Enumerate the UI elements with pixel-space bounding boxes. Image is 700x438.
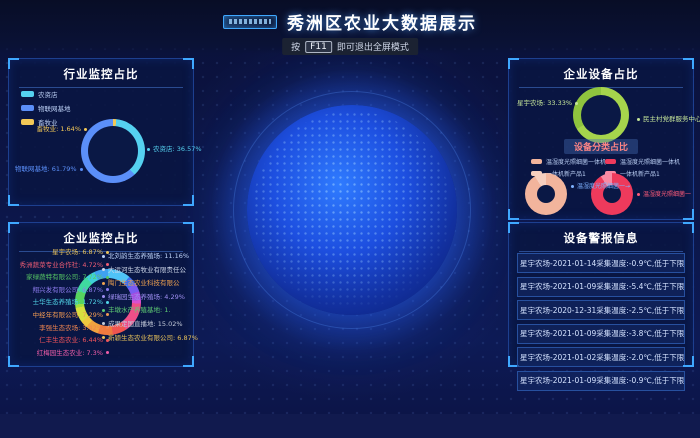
alarm-row[interactable]: 星宇农场-2020-12-31采集温度:-2.5℃,低于下限:0℃ — [517, 300, 685, 320]
equipment-donut-chart[interactable] — [573, 87, 629, 143]
legend-item[interactable]: 物联网基地 — [21, 103, 71, 113]
chart-label: 陶门生态农业科技有限公 — [102, 279, 190, 287]
globe — [247, 105, 457, 315]
legend-swatch — [531, 159, 542, 164]
logo-badge — [223, 15, 277, 29]
equipment-label-left: 星宇农场: 33.33% — [517, 99, 573, 107]
page-title: 秀洲区农业大数据展示 — [287, 9, 477, 34]
alarm-row[interactable]: 星宇农场-2021-01-09采集温度:-3.8℃,低于下限:0℃ — [517, 324, 685, 344]
equipment-panel: 企业设备占比 星宇农场: 33.33% 民主村党群服务中心: 设备分类占比 温湿… — [508, 58, 694, 220]
chart-label: 翔兴发有限公司: 6.87% — [13, 286, 109, 294]
device-alarm-panel: 设备警报信息 星宇农场-2021-01-14采集温度:-0.9℃,低于下限:0℃… — [508, 222, 694, 367]
chart-label: 大运河生态牧业有限责任公 — [102, 266, 190, 274]
enterprise-left-labels: 星宇农场: 6.87% 秀洲蔬菜专业合作社: 4.72% 家绿蔬特有限公司: 7… — [13, 248, 109, 357]
f11-key: F11 — [305, 41, 332, 53]
chart-label: 仁丰生态农业: 6.44% — [13, 336, 109, 344]
alarm-row[interactable]: 星宇农场-2021-01-09采集温度:-0.9℃,低于下限:0℃ — [517, 371, 685, 391]
chart-label: 新颖生态农业有限公司: 6.87% — [102, 334, 190, 342]
industry-label-iot: 物联网基地: 61.79% — [15, 165, 81, 173]
legend-label: 一体机新产品1 — [620, 169, 660, 178]
device-class-right-label: 温湿度光照细菌一 — [637, 191, 691, 199]
fullscreen-tip-prefix: 按 — [291, 40, 300, 53]
alarm-row[interactable]: 星宇农场-2021-01-09采集温度:-5.4℃,低于下限:0℃ — [517, 277, 685, 297]
legend-label: 温湿度光照细菌一体机 — [546, 157, 606, 166]
device-class-title: 设备分类占比 — [564, 139, 638, 154]
industry-donut-chart[interactable] — [81, 119, 145, 183]
chart-label: 绿瑞园生态养殖场: 4.29% — [102, 293, 190, 301]
legend-label: 温湿度光照细菌一体机 — [620, 157, 680, 166]
device-class-left-label: 温湿度光照细菌一→ — [571, 183, 630, 191]
equipment-label-right: 民主村党群服务中心: — [637, 115, 700, 123]
chart-label: 北刘韵生态养殖场: 11.16% — [102, 252, 190, 260]
chart-label: 成果定国直播地: 15.02% — [102, 320, 190, 328]
enterprise-monitor-panel: 企业监控占比 星宇农场: 6.87% 秀洲蔬菜专业合作社: 4.72% 家绿蔬特… — [8, 222, 194, 367]
chart-label: 丰墩水产养殖基地: 1. — [102, 306, 190, 314]
globe-dot-map — [253, 111, 451, 309]
legend-label: 农资店 — [38, 89, 58, 99]
industry-legend: 农资店 物联网基地 畜牧业 — [21, 89, 71, 127]
legend-item[interactable]: 农资店 — [21, 89, 71, 99]
chart-label: 中经年有限公司: 7.29% — [13, 311, 109, 319]
device-class-right-donut[interactable] — [591, 173, 633, 215]
chart-label: 士华生态养殖场: 1.72% — [13, 298, 109, 306]
fullscreen-tip-suffix: 即可退出全屏模式 — [337, 40, 409, 53]
chart-label: 家绿蔬特有限公司: 7.72% — [13, 273, 109, 281]
fullscreen-tip: 按 F11 即可退出全屏模式 — [282, 38, 418, 55]
legend-swatch — [605, 159, 616, 164]
industry-monitor-panel: 行业监控占比 农资店 物联网基地 畜牧业 畜牧业: 1.64% 农资店: 36.… — [8, 58, 194, 206]
chart-label: 红梅园生态农业: 7.3% — [13, 349, 109, 357]
legend-item[interactable]: 温湿度光照细菌一体机 — [531, 157, 606, 166]
industry-label-livestock: 畜牧业: 1.64% — [23, 125, 87, 133]
alarm-row[interactable]: 星宇农场-2021-01-14采集温度:-0.9℃,低于下限:0℃ — [517, 253, 685, 273]
alarm-list: 星宇农场-2021-01-14采集温度:-0.9℃,低于下限:0℃ 星宇农场-2… — [517, 253, 685, 391]
device-class-left-donut[interactable] — [525, 173, 567, 215]
header: 秀洲区农业大数据展示 按 F11 即可退出全屏模式 — [0, 0, 700, 54]
legend-swatch — [21, 105, 34, 111]
enterprise-right-labels: 北刘韵生态养殖场: 11.16% 大运河生态牧业有限责任公 陶门生态农业科技有限… — [102, 252, 190, 342]
legend-item[interactable]: 温湿度光照细菌一体机 — [605, 157, 680, 166]
footer-band — [0, 414, 700, 438]
legend-label: 物联网基地 — [38, 103, 71, 113]
industry-label-store: 农资店: 36.57% — [147, 145, 202, 153]
chart-label: 星宇农场: 6.87% — [13, 248, 109, 256]
legend-swatch — [21, 91, 34, 97]
alarm-row[interactable]: 星宇农场-2021-01-02采集温度:-2.0℃,低于下限:0℃ — [517, 347, 685, 367]
chart-label: 秀洲蔬菜专业合作社: 4.72% — [13, 261, 109, 269]
chart-label: 李强生态农场: 3.42% — [13, 324, 109, 332]
